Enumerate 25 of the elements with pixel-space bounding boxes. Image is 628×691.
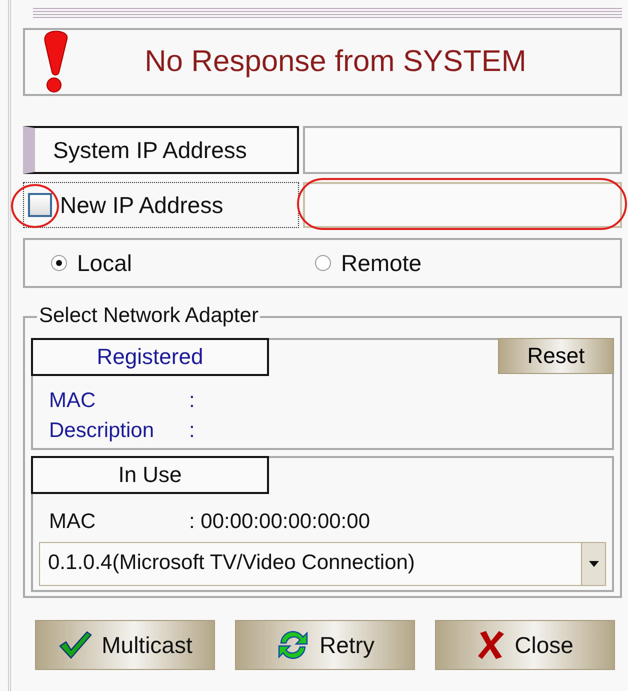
system-ip-field[interactable] [303, 126, 622, 174]
error-title: No Response from SYSTEM [144, 45, 528, 79]
info-label: Description [49, 418, 156, 444]
radio-option[interactable]: Local [51, 250, 315, 276]
action-button[interactable]: Retry [235, 620, 415, 670]
reset-button[interactable]: Reset [498, 338, 614, 374]
checkbox[interactable] [28, 193, 52, 217]
mac-value: : 00:00:00:00:00:00 [189, 510, 370, 534]
separator-text: : [189, 418, 196, 444]
field-label: System IP Address [23, 126, 299, 174]
separator-text: : [189, 388, 196, 414]
checkbox-label: New IP Address [60, 192, 224, 218]
radio-option[interactable]: Remote [315, 250, 579, 276]
group-legend: Select Network Adapter [37, 304, 260, 328]
action-button[interactable]: Close [435, 620, 615, 670]
info-label: MAC [49, 510, 97, 534]
panel-heading: In Use [31, 456, 269, 494]
checkmark-icon [58, 630, 92, 660]
panel-heading: Registered [31, 338, 269, 376]
close-icon [476, 630, 505, 660]
info-label: MAC [49, 388, 97, 414]
adapter-dropdown[interactable]: 0.1.0.4(Microsoft TV/Video Connection) [39, 542, 606, 586]
action-button[interactable]: Multicast [35, 620, 215, 670]
dropdown-arrow-icon [588, 561, 598, 567]
refresh-icon [276, 628, 310, 662]
